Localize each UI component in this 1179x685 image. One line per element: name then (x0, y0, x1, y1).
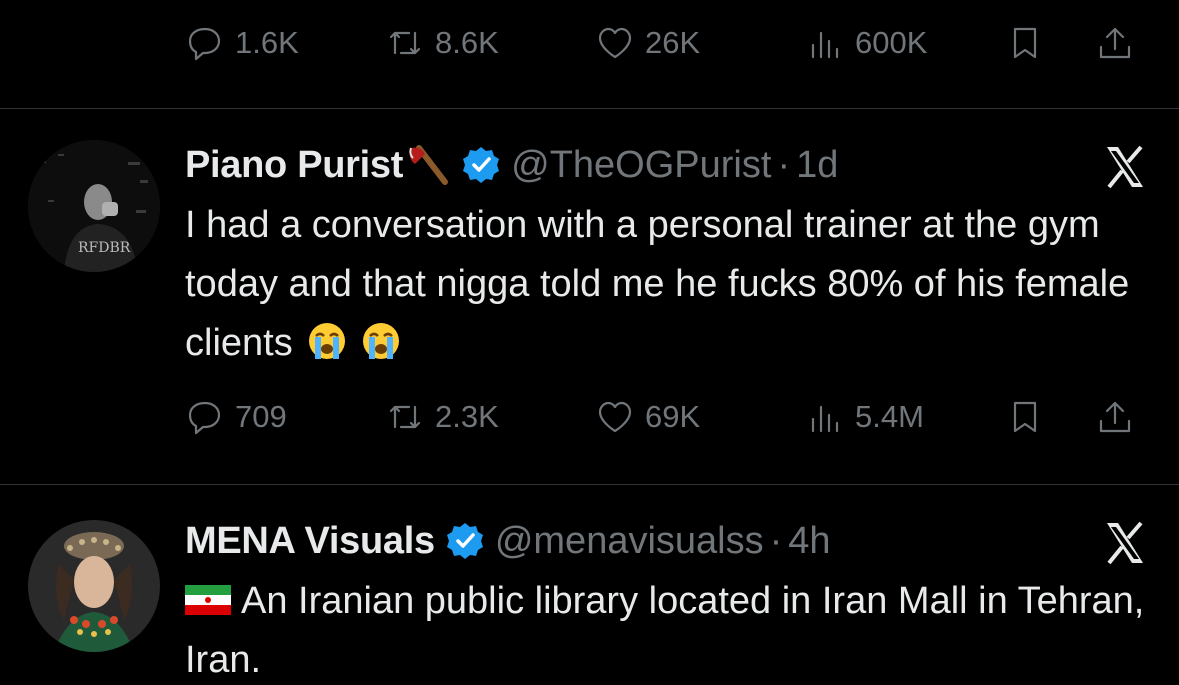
divider (0, 484, 1179, 485)
display-name[interactable]: Piano Purist (185, 144, 403, 187)
divider (0, 108, 1179, 109)
tweet-header: MENA Visuals @menavisualss · 4h (185, 513, 1149, 569)
share-button[interactable] (1095, 397, 1135, 437)
iran-flag-icon (185, 585, 231, 615)
timestamp[interactable]: 1d (796, 144, 838, 187)
repost-button[interactable]: 8.6K (385, 23, 595, 63)
bookmark-button[interactable] (1005, 23, 1095, 63)
top-tweet-actions: 1.6K 8.6K 26K 600K (185, 18, 1149, 68)
x-logo-icon[interactable] (1101, 519, 1149, 567)
handle[interactable]: @menavisualss (495, 520, 764, 563)
tweet-actions: 709 2.3K 69K 5.4M (185, 392, 1149, 442)
verified-badge-icon (446, 523, 483, 559)
separator: · (769, 519, 783, 562)
reply-icon (188, 27, 221, 61)
views-icon (811, 405, 839, 433)
reply-icon (188, 401, 221, 435)
reply-count: 709 (235, 399, 287, 434)
svg-text:RFDBR: RFDBR (78, 240, 131, 256)
views-button[interactable]: 600K (805, 23, 1005, 63)
timeline: 1.6K 8.6K 26K 600K RFDBR Piano Purist @T… (0, 0, 1179, 685)
reply-button[interactable]: 709 (185, 397, 385, 437)
repost-button[interactable]: 2.3K (385, 397, 595, 437)
verified-badge-icon (463, 147, 500, 183)
share-icon (1099, 401, 1131, 433)
tweet-text: An Iranian public library located in Ira… (185, 572, 1159, 685)
x-logo-icon[interactable] (1101, 143, 1149, 191)
heart-icon (598, 401, 632, 433)
repost-count: 2.3K (435, 399, 499, 434)
like-button[interactable]: 69K (595, 397, 805, 437)
share-button[interactable] (1095, 23, 1135, 63)
views-count: 600K (855, 25, 928, 60)
reply-count: 1.6K (235, 25, 299, 60)
tweet-text: I had a conversation with a personal tra… (185, 196, 1159, 373)
tweet-text-content: An Iranian public library located in Ira… (185, 580, 1145, 681)
bookmark-icon (1013, 401, 1037, 433)
handle[interactable]: @TheOGPurist (511, 144, 771, 187)
axe-icon (409, 145, 449, 185)
repost-icon (389, 405, 421, 429)
like-button[interactable]: 26K (595, 23, 805, 63)
avatar[interactable]: RFDBR (28, 140, 160, 272)
separator: · (777, 143, 791, 186)
reply-button[interactable]: 1.6K (185, 23, 385, 63)
views-button[interactable]: 5.4M (805, 397, 1005, 437)
display-name[interactable]: MENA Visuals (185, 520, 435, 563)
timestamp[interactable]: 4h (788, 520, 830, 563)
like-count: 26K (645, 25, 701, 60)
repost-count: 8.6K (435, 25, 499, 60)
views-count: 5.4M (855, 399, 924, 434)
heart-icon (598, 27, 632, 59)
crying-face-icon (308, 323, 345, 359)
views-icon (811, 31, 839, 59)
bookmark-icon (1013, 27, 1037, 59)
like-count: 69K (645, 399, 701, 434)
share-icon (1099, 27, 1131, 59)
avatar[interactable] (28, 520, 160, 652)
repost-icon (389, 31, 421, 55)
crying-face-icon (362, 323, 399, 359)
bookmark-button[interactable] (1005, 397, 1095, 437)
tweet-header: Piano Purist @TheOGPurist · 1d (185, 137, 1149, 193)
